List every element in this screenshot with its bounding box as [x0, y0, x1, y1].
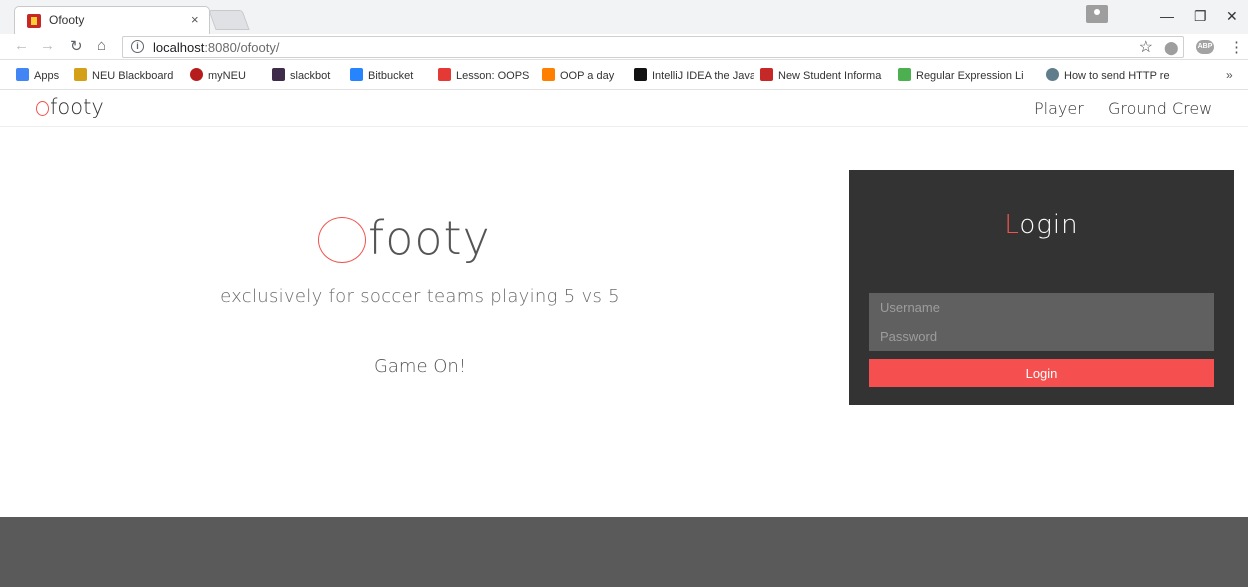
url-text[interactable]: localhost:8080/ofooty/ [153, 40, 279, 55]
bookmark-http-request[interactable]: How to send HTTP re [1046, 68, 1170, 82]
profile-icon[interactable] [1086, 5, 1108, 23]
bookmarks-bar: Apps NEU Blackboard myNEU slackbot Bitbu… [0, 60, 1248, 90]
regex-icon [898, 68, 911, 81]
brand-logo[interactable]: footy [36, 95, 104, 119]
login-heading: Login [1004, 210, 1079, 240]
bookmark-new-student-info[interactable]: New Student Informa [760, 68, 890, 82]
username-input[interactable] [869, 293, 1214, 322]
login-panel: Login Login [849, 170, 1234, 405]
hero-cta-text: Game On! [373, 356, 467, 377]
nav-link-ground-crew[interactable]: Ground Crew [1108, 99, 1212, 118]
adblock-extension-icon[interactable]: ABP [1196, 40, 1214, 54]
bookmark-star-icon[interactable]: ☆ [1139, 37, 1153, 57]
bookmark-neu-blackboard[interactable]: NEU Blackboard [74, 68, 184, 82]
new-tab-button[interactable] [208, 10, 250, 30]
bookmark-apps[interactable]: Apps [16, 68, 66, 82]
app-navbar: footy Player Ground Crew [0, 90, 1248, 127]
paw-icon [190, 68, 203, 81]
bitbucket-icon [350, 68, 363, 81]
logo-ring-icon [36, 101, 49, 116]
hero-logo-ring-icon [318, 217, 366, 263]
bookmark-bitbucket[interactable]: Bitbucket [350, 68, 432, 82]
back-icon[interactable]: ← [14, 37, 29, 54]
restore-icon[interactable]: ❐ [1194, 8, 1207, 25]
browser-toolbar: ← → ↻ ⌂ i localhost:8080/ofooty/ ☆ [0, 34, 1248, 60]
tab-close-icon[interactable]: × [191, 12, 199, 27]
home-icon[interactable]: ⌂ [97, 37, 106, 54]
oracle-icon [438, 68, 451, 81]
slack-icon [272, 68, 285, 81]
browser-menu-icon[interactable]: ⋮ [1229, 38, 1244, 56]
password-input[interactable] [869, 322, 1214, 351]
tab-title: Ofooty [49, 13, 85, 27]
browser-tab[interactable]: Ofooty × [14, 6, 210, 34]
close-window-icon[interactable]: ✕ [1226, 8, 1238, 25]
hero-title: footy [368, 211, 491, 265]
info-icon[interactable]: i [131, 40, 144, 53]
bookmarks-overflow-icon[interactable]: » [1226, 68, 1233, 82]
ofooty-favicon-icon [27, 14, 41, 28]
bookmark-lesson-oops[interactable]: Lesson: OOPS [438, 68, 534, 82]
page-footer [0, 517, 1248, 587]
neu-icon [760, 68, 773, 81]
apps-grid-icon [16, 68, 29, 81]
bookmark-myneu[interactable]: myNEU [190, 68, 266, 82]
bookmark-slackbot[interactable]: slackbot [272, 68, 344, 82]
extension-pin-icon[interactable]: ⬤ [1164, 40, 1179, 56]
blogger-icon [542, 68, 555, 81]
forward-icon[interactable]: → [40, 37, 55, 54]
address-bar[interactable]: i localhost:8080/ofooty/ ☆ [122, 36, 1184, 58]
bookmark-intellij[interactable]: IntelliJ IDEA the Java I [634, 68, 754, 82]
blackboard-icon [74, 68, 87, 81]
bookmark-regex[interactable]: Regular Expression Li [898, 68, 1024, 82]
browser-tabstrip: Ofooty × — ❐ ✕ [0, 0, 1248, 34]
nav-link-player[interactable]: Player [1034, 99, 1084, 118]
login-button[interactable]: Login [869, 359, 1214, 387]
minimize-icon[interactable]: — [1160, 8, 1174, 24]
bookmark-oop-a-day[interactable]: OOP a day [542, 68, 626, 82]
reload-icon[interactable]: ↻ [70, 37, 83, 55]
hero-tagline: exclusively for soccer teams playing 5 v… [220, 286, 620, 307]
jetbrains-icon [634, 68, 647, 81]
link-icon [1046, 68, 1059, 81]
